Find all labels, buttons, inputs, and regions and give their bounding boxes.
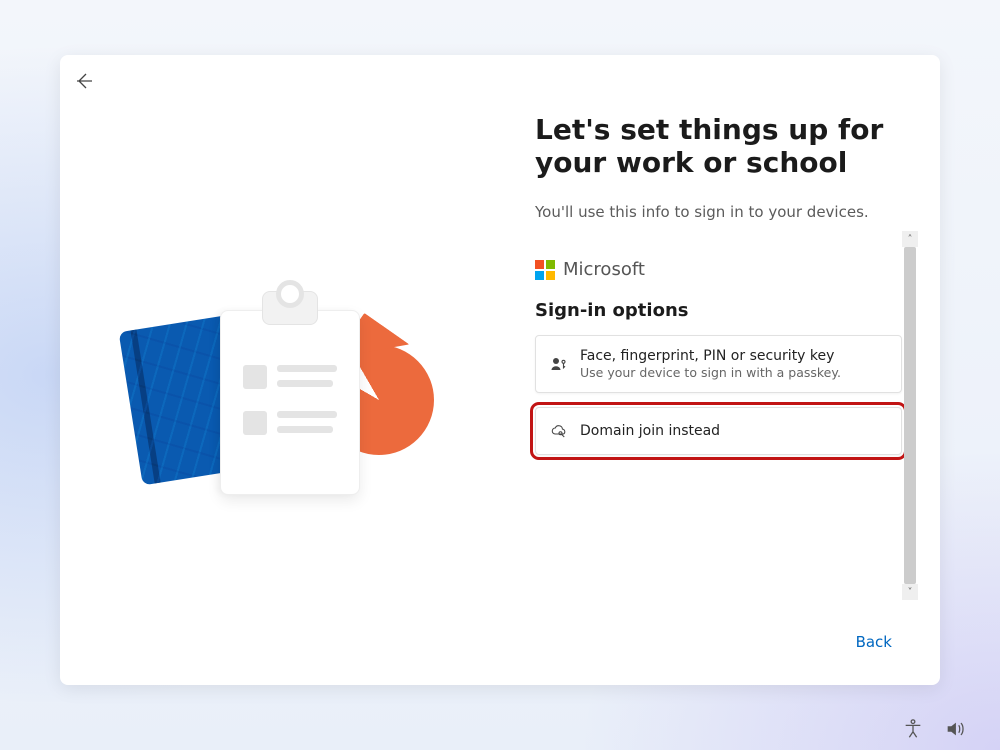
microsoft-logo-icon [535,260,555,280]
back-arrow-button[interactable] [72,69,96,93]
page-subtitle: You'll use this info to sign in to your … [535,203,918,221]
brand-row: Microsoft [535,259,918,280]
scroll-down-button[interactable]: ˅ [902,584,918,600]
setup-card: Let's set things up for your work or sch… [60,55,940,685]
scroll-up-button[interactable]: ˄ [902,231,918,247]
system-tray [902,718,966,740]
signin-option-domain-join[interactable]: Domain join instead [535,407,902,455]
scrollbar[interactable]: ˄ ˅ [902,231,918,600]
option-title: Domain join instead [580,423,885,439]
clipboard-icon [220,310,360,495]
option-title: Face, fingerprint, PIN or security key [580,348,885,364]
volume-icon [944,725,966,744]
brand-name: Microsoft [563,259,645,280]
option-subtitle: Use your device to sign in with a passke… [580,365,885,380]
accessibility-button[interactable] [902,718,924,740]
scroll-thumb[interactable] [904,247,916,584]
cloud-key-icon [550,422,568,440]
accessibility-icon [902,725,924,744]
back-arrow-icon [72,78,96,97]
passkey-icon [550,355,568,373]
scroll-area: Microsoft Sign-in options Face, fingerpr… [535,231,918,600]
signin-option-passkey[interactable]: Face, fingerprint, PIN or security key U… [535,335,902,393]
volume-button[interactable] [944,718,966,740]
content-column: Let's set things up for your work or sch… [535,113,918,655]
section-title: Sign-in options [535,300,918,321]
page-title: Let's set things up for your work or sch… [535,113,895,179]
hero-illustration [130,285,430,495]
back-link[interactable]: Back [856,633,892,651]
